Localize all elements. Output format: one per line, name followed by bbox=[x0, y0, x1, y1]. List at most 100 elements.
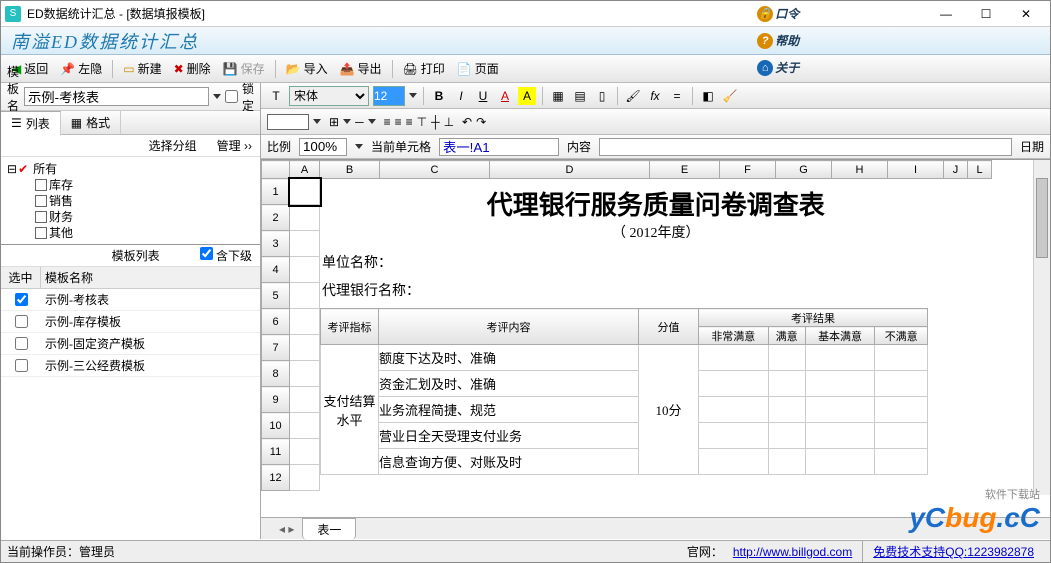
list-item[interactable]: 示例-固定资产模板 bbox=[1, 333, 260, 355]
row-header[interactable]: 12 bbox=[262, 465, 290, 491]
qq-link[interactable]: 免费技术支持QQ:1223982878 bbox=[873, 543, 1034, 560]
row-header[interactable]: 8 bbox=[262, 361, 290, 387]
borders-button[interactable]: ⊞ bbox=[329, 115, 339, 129]
merge-cells-button[interactable]: ▦ bbox=[549, 87, 567, 105]
row-header[interactable]: 4 bbox=[262, 257, 290, 283]
border-style-button[interactable]: ─ bbox=[355, 115, 364, 129]
align-middle-button[interactable]: ┼ bbox=[431, 115, 440, 129]
ratio-input[interactable] bbox=[299, 138, 347, 156]
col-header[interactable]: J bbox=[944, 161, 968, 179]
clear-format-button[interactable]: 🧹 bbox=[721, 87, 739, 105]
font-color-button[interactable]: A bbox=[496, 87, 514, 105]
manage-link[interactable]: 管理 ›› bbox=[217, 137, 252, 154]
tree-root[interactable]: ⊟ 所有 bbox=[7, 161, 254, 177]
col-header[interactable]: E bbox=[650, 161, 720, 179]
eraser-button[interactable]: ◧ bbox=[699, 87, 717, 105]
list-item[interactable]: 示例-库存模板 bbox=[1, 311, 260, 333]
row-header[interactable]: 2 bbox=[262, 205, 290, 231]
tree-item[interactable]: 库存 bbox=[35, 177, 254, 193]
site-link[interactable]: http://www.billgod.com bbox=[733, 545, 852, 559]
italic-button[interactable]: I bbox=[452, 87, 470, 105]
export-button[interactable]: 📤导出 bbox=[335, 58, 387, 79]
col-header[interactable]: A bbox=[290, 161, 320, 179]
col-header[interactable]: G bbox=[776, 161, 832, 179]
content-cell[interactable]: 额度下达及时、准确 bbox=[379, 345, 639, 371]
font-select[interactable]: 宋体 bbox=[289, 86, 369, 106]
sheet-tab[interactable]: 表一 bbox=[302, 518, 356, 540]
redo-button[interactable]: ↷ bbox=[476, 115, 486, 129]
import-button[interactable]: 📂导入 bbox=[281, 58, 333, 79]
align-right-button[interactable]: ≡ bbox=[406, 115, 413, 129]
menu-password[interactable]: 🔒口令 bbox=[757, 5, 799, 22]
dropdown-icon[interactable] bbox=[213, 94, 221, 99]
content-cell[interactable]: 信息查询方便、对账及时 bbox=[379, 449, 639, 475]
format-painter-button[interactable]: 🖌 bbox=[624, 87, 642, 105]
col-header[interactable]: D bbox=[490, 161, 650, 179]
content-cell[interactable]: 营业日全天受理支付业务 bbox=[379, 423, 639, 449]
tree-item[interactable]: 其他 bbox=[35, 225, 254, 241]
col-header[interactable]: H bbox=[832, 161, 888, 179]
row-header[interactable]: 3 bbox=[262, 231, 290, 257]
font-size-input[interactable] bbox=[373, 86, 405, 106]
formula-equals-button[interactable]: = bbox=[668, 87, 686, 105]
col-header[interactable]: I bbox=[888, 161, 944, 179]
row-header[interactable]: 10 bbox=[262, 413, 290, 439]
tree-item[interactable]: 销售 bbox=[35, 193, 254, 209]
row-header[interactable]: 5 bbox=[262, 283, 290, 309]
group-select-link[interactable]: 选择分组 bbox=[149, 137, 197, 154]
font-picker-icon[interactable]: T bbox=[267, 87, 285, 105]
col-header[interactable]: L bbox=[968, 161, 992, 179]
format-toolbar-2: ⊞ ─ ≡ ≡ ≡ ⊤ ┼ ⊥ ↶ ↷ bbox=[261, 109, 1050, 135]
field-bank: 代理银行名称： bbox=[320, 276, 992, 308]
ratio-label: 比例 bbox=[267, 138, 291, 155]
spreadsheet[interactable]: A B C D E F G H I J L 1 代理银行服务质量 bbox=[261, 159, 1050, 517]
tab-format[interactable]: ▦ 格式 bbox=[61, 111, 121, 134]
lock-checkbox[interactable] bbox=[225, 90, 238, 103]
new-button[interactable]: ▭新建 bbox=[118, 58, 166, 79]
row-header[interactable]: 11 bbox=[262, 439, 290, 465]
include-sub-check[interactable]: 含下级 bbox=[200, 247, 252, 264]
content-cell[interactable]: 业务流程简捷、规范 bbox=[379, 397, 639, 423]
col-name: 模板名称 bbox=[41, 267, 260, 288]
fill-color-dropdown[interactable] bbox=[313, 119, 321, 124]
print-button[interactable]: 🖨打印 bbox=[398, 58, 450, 79]
row-header[interactable]: 9 bbox=[262, 387, 290, 413]
row-header[interactable]: 1 bbox=[262, 179, 290, 205]
col-header[interactable]: C bbox=[380, 161, 490, 179]
align-top-button[interactable]: ⊤ bbox=[417, 115, 427, 129]
content-cell[interactable]: 资金汇划及时、准确 bbox=[379, 371, 639, 397]
app-icon: S bbox=[5, 6, 21, 22]
menu-help[interactable]: ?帮助 bbox=[757, 32, 799, 49]
pinleft-button[interactable]: 📌左隐 bbox=[55, 58, 107, 79]
row-header[interactable]: 6 bbox=[262, 309, 290, 335]
split-cell-button[interactable]: ▯ bbox=[593, 87, 611, 105]
underline-button[interactable]: U bbox=[474, 87, 492, 105]
menu-about[interactable]: ⌂关于 bbox=[757, 59, 799, 76]
highlight-button[interactable]: A bbox=[518, 87, 536, 105]
align-center-button[interactable]: ≡ bbox=[395, 115, 402, 129]
content-input[interactable] bbox=[599, 138, 1012, 156]
table-style-button[interactable]: ▤ bbox=[571, 87, 589, 105]
current-cell-input[interactable] bbox=[439, 138, 559, 156]
col-header[interactable]: F bbox=[720, 161, 776, 179]
undo-button[interactable]: ↶ bbox=[462, 115, 472, 129]
res-col: 不满意 bbox=[875, 327, 928, 345]
list-item[interactable]: 示例-三公经费模板 bbox=[1, 355, 260, 377]
tab-list[interactable]: ☰ 列表 bbox=[1, 111, 61, 136]
vertical-scrollbar[interactable] bbox=[1033, 160, 1050, 495]
col-header[interactable]: B bbox=[320, 161, 380, 179]
align-bottom-button[interactable]: ⊥ bbox=[444, 115, 454, 129]
save-button[interactable]: 💾保存 bbox=[218, 58, 270, 79]
size-dropdown-icon[interactable] bbox=[409, 93, 417, 98]
row-header[interactable]: 7 bbox=[262, 335, 290, 361]
tree-item[interactable]: 财务 bbox=[35, 209, 254, 225]
align-left-button[interactable]: ≡ bbox=[384, 115, 391, 129]
bold-button[interactable]: B bbox=[430, 87, 448, 105]
delete-button[interactable]: ✖删除 bbox=[169, 58, 216, 79]
page-button[interactable]: 📄页面 bbox=[452, 58, 504, 79]
hdr-score: 分值 bbox=[639, 309, 699, 345]
fill-color-box[interactable] bbox=[267, 114, 309, 130]
template-name-input[interactable] bbox=[24, 87, 209, 106]
list-item[interactable]: 示例-考核表 bbox=[1, 289, 260, 311]
formula-fx-button[interactable]: fx bbox=[646, 87, 664, 105]
